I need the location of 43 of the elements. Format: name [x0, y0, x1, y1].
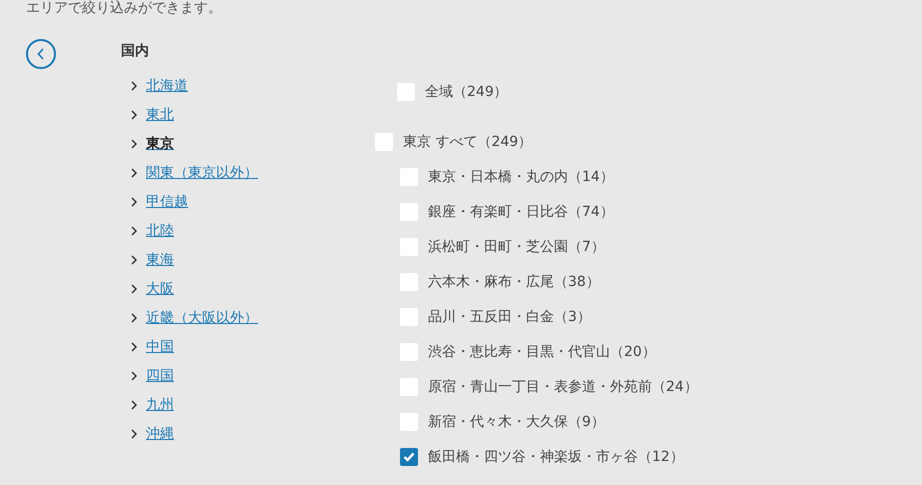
- region-link[interactable]: 関東（東京以外）: [146, 164, 258, 182]
- checkbox-label: 渋谷・恵比寿・目黒・代官山（20）: [428, 342, 656, 360]
- checkbox-label: 新宿・代々木・大久保（9）: [428, 412, 605, 430]
- chevron-icon: [131, 428, 137, 438]
- region-link[interactable]: 大阪: [146, 280, 174, 298]
- region-link[interactable]: 北海道: [146, 76, 188, 94]
- region-link[interactable]: 東海: [146, 250, 174, 268]
- region-link[interactable]: 沖縄: [146, 424, 174, 442]
- checkbox-label: 飯田橋・四ツ谷・神楽坂・市ヶ谷（12）: [428, 448, 684, 466]
- region-link[interactable]: 東北: [146, 106, 174, 124]
- chevron-icon: [131, 284, 137, 294]
- checkbox-label: 原宿・青山一丁目・表参道・外苑前（24）: [428, 378, 698, 396]
- intro-text: エリアで絞り込みができます。: [26, 0, 222, 18]
- section-title: 国内: [121, 42, 149, 61]
- chevron-icon: [131, 400, 137, 410]
- chevron-icon: [131, 168, 137, 178]
- checkbox-label: 六本木・麻布・広尾（38）: [428, 272, 600, 290]
- checkmark-icon: [403, 452, 415, 462]
- back-button[interactable]: [26, 39, 56, 69]
- checkbox-label: 東京 すべて（249）: [403, 132, 532, 150]
- region-link[interactable]: 甲信越: [146, 192, 188, 210]
- chevron-icon: [131, 226, 137, 236]
- region-link[interactable]: 東京: [146, 134, 174, 152]
- chevron-left-icon: [37, 48, 45, 60]
- chevron-icon: [131, 196, 137, 206]
- chevron-icon: [131, 342, 137, 352]
- checkbox-label: 品川・五反田・白金（3）: [428, 308, 591, 326]
- checkbox-label: 浜松町・田町・芝公園（7）: [428, 238, 605, 256]
- checkbox[interactable]: [400, 448, 418, 466]
- region-link[interactable]: 北陸: [146, 222, 174, 240]
- region-link[interactable]: 近畿（大阪以外）: [146, 308, 258, 326]
- chevron-icon: [131, 312, 137, 322]
- chevron-icon: [131, 254, 137, 264]
- checkbox-label: 銀座・有楽町・日比谷（74）: [428, 202, 614, 220]
- chevron-icon: [131, 110, 137, 120]
- checkbox-label: 全域（249）: [425, 82, 508, 100]
- chevron-icon: [131, 138, 137, 148]
- region-link[interactable]: 四国: [146, 366, 174, 384]
- checkbox-label: 東京・日本橋・丸の内（14）: [428, 168, 614, 186]
- chevron-icon: [131, 370, 137, 380]
- chevron-icon: [131, 80, 137, 90]
- region-link[interactable]: 九州: [146, 396, 174, 414]
- region-link[interactable]: 中国: [146, 338, 174, 356]
